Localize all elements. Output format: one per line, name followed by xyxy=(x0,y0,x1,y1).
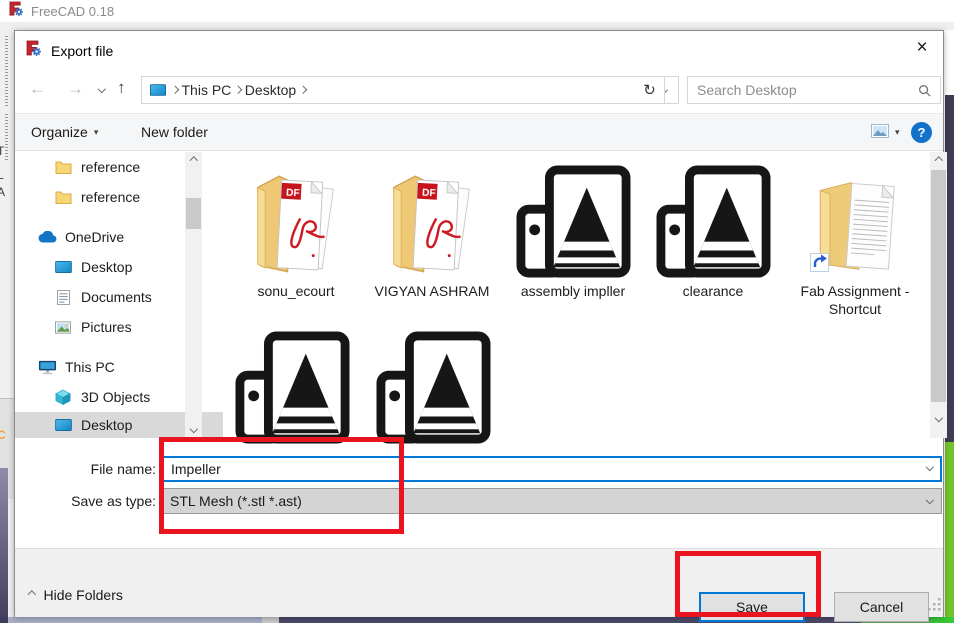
sidebar-item-label: Documents xyxy=(81,289,152,305)
save-as-type-label: Save as type: xyxy=(71,493,156,509)
sidebar-item-label: Pictures xyxy=(81,319,132,335)
dialog-titlebar: Export file xyxy=(25,40,113,62)
freecad-logo-icon xyxy=(25,40,42,62)
file-label: Fab Assignment - Shortcut xyxy=(800,283,910,317)
breadcrumb: This PC Desktop xyxy=(141,76,679,104)
refresh-button[interactable]: ↻ xyxy=(635,76,665,104)
background-left-toolbar-strip: T L A C xyxy=(0,30,14,623)
screen: FreeCAD 0.18 T L A C Export file × ← → ↑… xyxy=(0,0,954,623)
cancel-button[interactable]: Cancel xyxy=(834,592,929,622)
desktop-monitor-icon xyxy=(53,419,73,431)
organize-label: Organize xyxy=(31,124,88,140)
app-title: FreeCAD 0.18 xyxy=(31,3,115,19)
file-item-stl-1[interactable] xyxy=(222,331,362,445)
file-item-stl-2[interactable] xyxy=(363,331,503,445)
titlebar-divider xyxy=(0,22,954,30)
sidebar-item-label: OneDrive xyxy=(65,229,125,245)
sidebar-item-label: This PC xyxy=(65,359,115,375)
save-as-type-dropdown[interactable]: STL Mesh (*.stl *.ast) xyxy=(161,488,942,514)
scrollbar-thumb[interactable] xyxy=(931,170,946,402)
sidebar-item-label: reference xyxy=(81,189,141,205)
search-icon xyxy=(918,84,931,97)
hide-folders-label: Hide Folders xyxy=(43,587,123,603)
desktop-monitor-icon[interactable] xyxy=(150,84,166,96)
stl-mesh-icon xyxy=(654,165,772,279)
file-label: VIGYAN ASHRAM xyxy=(374,283,490,299)
search-input[interactable] xyxy=(688,82,918,98)
folder-shortcut-icon xyxy=(808,165,902,279)
shortcut-arrow-icon xyxy=(810,253,829,277)
back-button[interactable]: ← xyxy=(29,80,46,97)
chevron-up-icon xyxy=(27,591,36,599)
dialog-title: Export file xyxy=(51,43,114,59)
save-button[interactable]: Save xyxy=(699,592,805,622)
pdf-folder-icon xyxy=(389,165,475,279)
sidebar-item-label: 3D Objects xyxy=(81,389,151,405)
sidebar-item-label: Desktop xyxy=(81,259,133,275)
folder-icon xyxy=(53,190,73,204)
files-scrollbar[interactable] xyxy=(930,152,947,438)
help-button[interactable]: ? xyxy=(911,122,932,143)
hide-folders-button[interactable]: Hide Folders xyxy=(27,587,123,603)
sidebar-scrollbar[interactable] xyxy=(185,152,202,438)
documents-icon xyxy=(53,289,73,305)
view-mode-button[interactable]: ▾ xyxy=(863,114,908,150)
this-pc-icon xyxy=(37,360,57,375)
thumbnail-view-icon xyxy=(871,123,889,141)
desktop-monitor-icon xyxy=(53,261,73,273)
new-folder-button[interactable]: New folder xyxy=(133,114,216,150)
scroll-up-icon[interactable] xyxy=(185,153,202,169)
breadcrumb-this-pc[interactable]: This PC xyxy=(178,82,236,98)
file-name-label: File name: xyxy=(90,461,156,477)
sidebar-item-label: Desktop xyxy=(81,417,133,433)
organize-button[interactable]: Organize ▾ xyxy=(23,114,106,150)
stl-mesh-icon xyxy=(374,331,492,445)
freecad-logo-icon xyxy=(8,1,24,22)
save-as-type-value: STL Mesh (*.stl *.ast) xyxy=(170,493,302,509)
new-folder-label: New folder xyxy=(141,124,208,140)
close-icon[interactable]: × xyxy=(901,31,943,65)
file-label: assembly impller xyxy=(520,283,626,299)
file-name-input[interactable] xyxy=(161,456,942,482)
file-label: clearance xyxy=(682,283,744,299)
pictures-icon xyxy=(53,320,73,334)
chevron-down-icon: ▾ xyxy=(93,126,99,137)
up-button[interactable]: ↑ xyxy=(117,79,126,96)
pdf-folder-icon xyxy=(253,165,339,279)
sidebar-item-this-pc[interactable]: This PC xyxy=(15,352,207,382)
sidebar-item-onedrive[interactable]: OneDrive xyxy=(15,222,207,252)
onedrive-cloud-icon xyxy=(37,231,57,243)
dialog-toolbar: Organize ▾ New folder ▾ ? xyxy=(15,113,943,151)
file-item-fab-assignment-shortcut[interactable]: Fab Assignment - Shortcut xyxy=(785,165,925,318)
file-label: sonu_ecourt xyxy=(257,283,335,299)
scroll-up-icon[interactable] xyxy=(930,153,947,169)
sidebar-item-label: reference xyxy=(81,159,141,175)
recent-locations-chevron[interactable] xyxy=(97,84,106,93)
breadcrumb-desktop[interactable]: Desktop xyxy=(241,82,300,98)
stl-mesh-icon xyxy=(233,331,351,445)
stl-mesh-icon xyxy=(514,165,632,279)
file-item-vigyan-ashram[interactable]: VIGYAN ASHRAM xyxy=(362,165,502,300)
scrollbar-thumb[interactable] xyxy=(186,198,201,229)
file-item-sonu-ecourt[interactable]: sonu_ecourt xyxy=(226,165,366,300)
file-item-clearance[interactable]: clearance xyxy=(643,165,783,300)
forward-button[interactable]: → xyxy=(67,80,84,97)
chevron-down-icon: ▾ xyxy=(895,126,900,137)
folder-icon xyxy=(53,160,73,174)
dialog-footer: Hide Folders Save Cancel xyxy=(15,548,943,622)
breadcrumb-separator-icon xyxy=(299,86,307,94)
search-box xyxy=(687,76,941,104)
scroll-down-icon[interactable] xyxy=(930,410,947,426)
file-item-assembly-impller[interactable]: assembly impller xyxy=(503,165,643,300)
freecad-window-titlebar: FreeCAD 0.18 xyxy=(0,0,954,22)
3d-cube-icon xyxy=(53,389,73,405)
background-bottom-strip xyxy=(0,617,954,623)
export-file-dialog: Export file × ← → ↑ This PC Desktop ↻ Se… xyxy=(14,30,947,622)
scroll-down-icon[interactable] xyxy=(185,421,202,437)
background-model-strip xyxy=(945,442,954,623)
resize-grip[interactable] xyxy=(927,597,942,617)
